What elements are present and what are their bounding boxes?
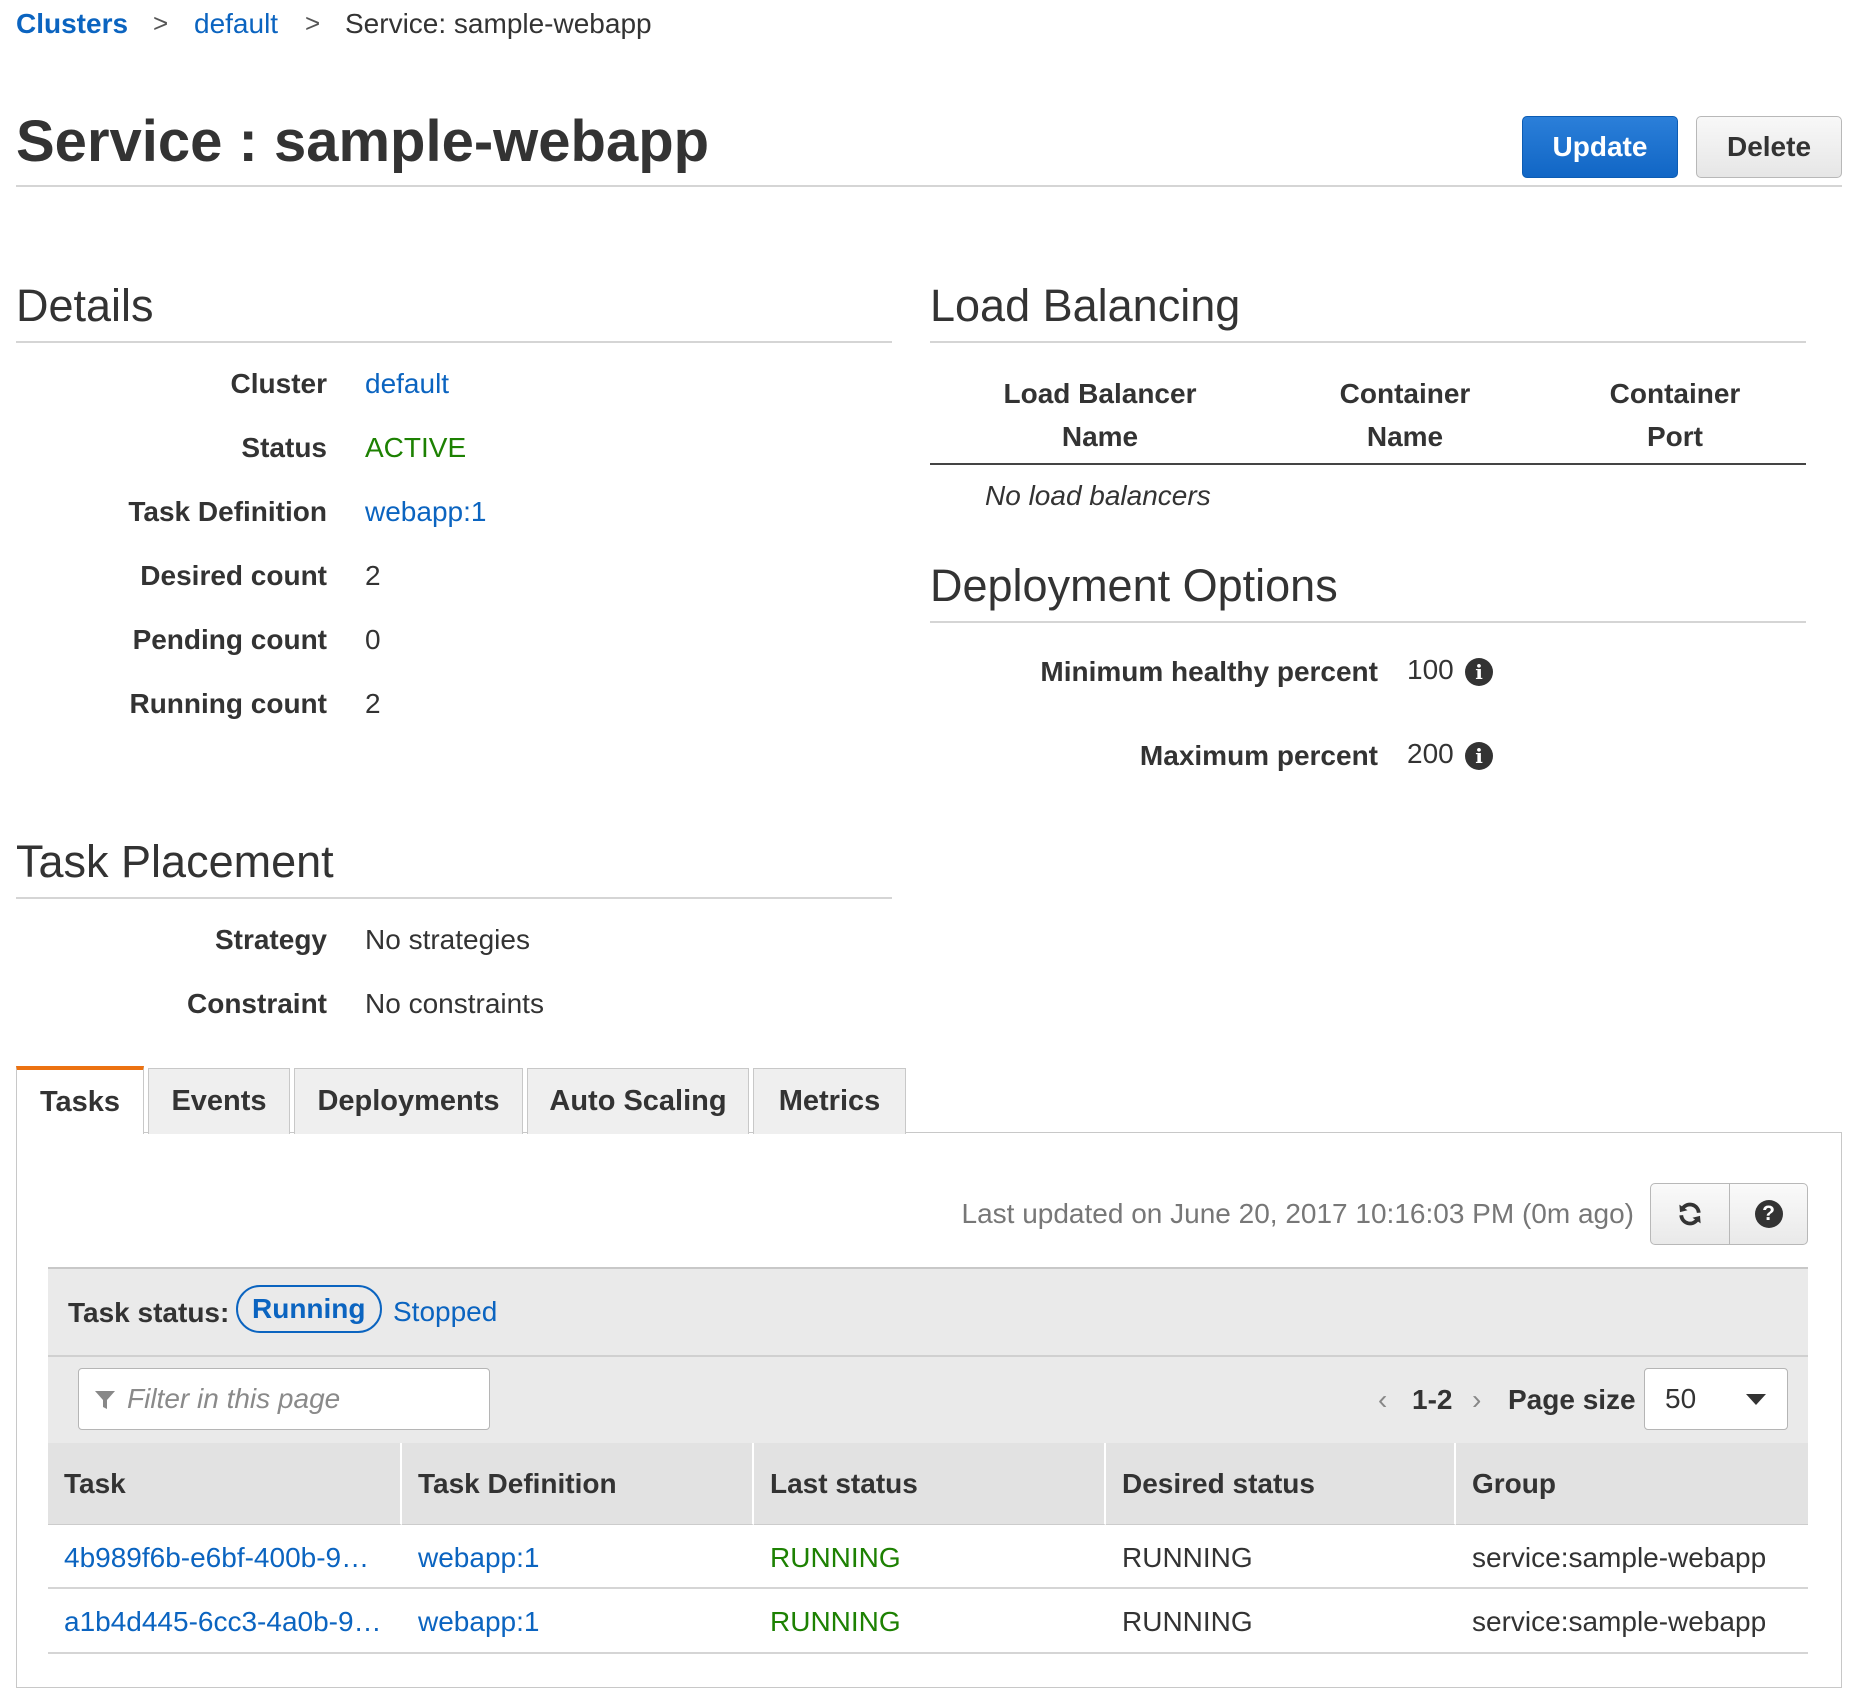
lb-column-header-line: Container xyxy=(1339,378,1471,409)
lb-column-header-line: Port xyxy=(1647,421,1703,452)
lb-column-header: Load Balancer Name xyxy=(960,372,1240,458)
status-filter-stopped[interactable]: Stopped xyxy=(393,1296,497,1328)
tab-deployments[interactable]: Deployments xyxy=(294,1068,523,1134)
column-header-group[interactable]: Group xyxy=(1456,1443,1808,1525)
constraint-value: No constraints xyxy=(365,988,544,1019)
page-title: Service : sample-webapp xyxy=(16,109,710,174)
tab-auto-scaling[interactable]: Auto Scaling xyxy=(527,1068,749,1134)
info-icon[interactable]: i xyxy=(1465,742,1493,770)
desired-status-value: RUNNING xyxy=(1122,1606,1253,1637)
tab-metrics[interactable]: Metrics xyxy=(753,1068,906,1134)
page-size-select[interactable]: 50 xyxy=(1644,1368,1788,1430)
pending-count-value: 0 xyxy=(365,624,381,655)
maximum-percent-value: 200 xyxy=(1407,738,1454,769)
refresh-button[interactable] xyxy=(1650,1183,1730,1245)
task-placement-heading: Task Placement xyxy=(16,836,334,887)
no-load-balancers-text: No load balancers xyxy=(985,480,1211,511)
strategy-value: No strategies xyxy=(365,924,530,955)
previous-page-icon[interactable]: ‹ xyxy=(1378,1384,1387,1416)
status-value: ACTIVE xyxy=(365,432,467,463)
lb-column-header-line: Container xyxy=(1609,378,1741,409)
help-icon: ? xyxy=(1754,1200,1783,1228)
next-page-icon[interactable]: › xyxy=(1472,1384,1481,1416)
tab-tasks[interactable]: Tasks xyxy=(16,1066,144,1134)
task-id-link[interactable]: a1b4d445-6cc3-4a0b-9… xyxy=(64,1606,394,1638)
task-id-link[interactable]: 4b989f6b-e6bf-400b-9… xyxy=(64,1542,394,1574)
help-button[interactable]: ? xyxy=(1729,1183,1808,1245)
desired-count-value: 2 xyxy=(365,560,381,591)
cluster-link[interactable]: default xyxy=(365,368,449,400)
divider xyxy=(48,1587,1808,1589)
last-status-value: RUNNING xyxy=(770,1606,901,1637)
column-header-last-status[interactable]: Last status xyxy=(754,1443,1106,1525)
lb-column-header-line: Name xyxy=(1366,421,1444,452)
desired-count-label: Desired count xyxy=(140,560,327,591)
group-value: service:sample-webapp xyxy=(1472,1542,1767,1573)
pagination-range: 1-2 xyxy=(1412,1384,1453,1415)
divider xyxy=(16,341,892,343)
divider xyxy=(930,463,1806,465)
last-updated-text: Last updated on June 20, 2017 10:16:03 P… xyxy=(961,1198,1634,1229)
maximum-percent-label: Maximum percent xyxy=(1139,740,1378,771)
breadcrumb-separator: > xyxy=(153,8,169,38)
breadcrumb-current: Service: sample-webapp xyxy=(345,8,652,39)
column-header-desired-status[interactable]: Desired status xyxy=(1106,1443,1456,1525)
filter-input[interactable] xyxy=(78,1368,490,1430)
group-value: service:sample-webapp xyxy=(1472,1606,1767,1637)
column-header-task-definition[interactable]: Task Definition xyxy=(402,1443,754,1525)
divider xyxy=(16,185,1842,187)
delete-button[interactable]: Delete xyxy=(1696,116,1842,178)
constraint-label: Constraint xyxy=(187,988,327,1019)
task-status-label: Task status: xyxy=(68,1297,230,1328)
page-size-label: Page size xyxy=(1508,1384,1636,1415)
minimum-healthy-percent-value: 100 xyxy=(1407,654,1454,685)
column-header-task[interactable]: Task xyxy=(48,1443,402,1525)
last-status-value: RUNNING xyxy=(770,1542,901,1573)
refresh-icon xyxy=(1679,1202,1701,1226)
pending-count-label: Pending count xyxy=(132,624,327,655)
divider xyxy=(930,621,1806,623)
breadcrumb-clusters-link[interactable]: Clusters xyxy=(16,8,128,40)
lb-column-header: Container Name xyxy=(1280,372,1530,458)
tab-events[interactable]: Events xyxy=(148,1068,290,1134)
status-label: Status xyxy=(241,432,327,463)
task-definition-link[interactable]: webapp:1 xyxy=(365,496,486,528)
deployment-options-heading: Deployment Options xyxy=(930,560,1338,611)
update-button[interactable]: Update xyxy=(1522,116,1678,178)
divider xyxy=(16,897,892,899)
lb-column-header: Container Port xyxy=(1560,372,1790,458)
page-size-value: 50 xyxy=(1665,1383,1697,1414)
breadcrumb-default-link[interactable]: default xyxy=(194,8,278,40)
breadcrumb-separator: > xyxy=(305,8,321,38)
divider xyxy=(48,1652,1808,1654)
desired-status-value: RUNNING xyxy=(1122,1542,1253,1573)
strategy-label: Strategy xyxy=(214,924,327,955)
info-icon[interactable]: i xyxy=(1465,658,1493,686)
status-filter-running[interactable]: Running xyxy=(236,1285,382,1333)
lb-column-header-line: Name xyxy=(1061,421,1139,452)
cluster-label: Cluster xyxy=(230,368,327,399)
task-definition-link[interactable]: webapp:1 xyxy=(418,1542,539,1574)
task-definition-link[interactable]: webapp:1 xyxy=(418,1606,539,1638)
details-heading: Details xyxy=(16,280,154,331)
load-balancing-heading: Load Balancing xyxy=(930,280,1241,331)
divider xyxy=(930,341,1806,343)
filter-icon xyxy=(95,1391,115,1409)
task-definition-label: Task Definition xyxy=(128,496,327,527)
chevron-down-icon xyxy=(1746,1394,1766,1405)
lb-column-header-line: Load Balancer xyxy=(1003,378,1197,409)
minimum-healthy-percent-label: Minimum healthy percent xyxy=(1040,656,1378,687)
